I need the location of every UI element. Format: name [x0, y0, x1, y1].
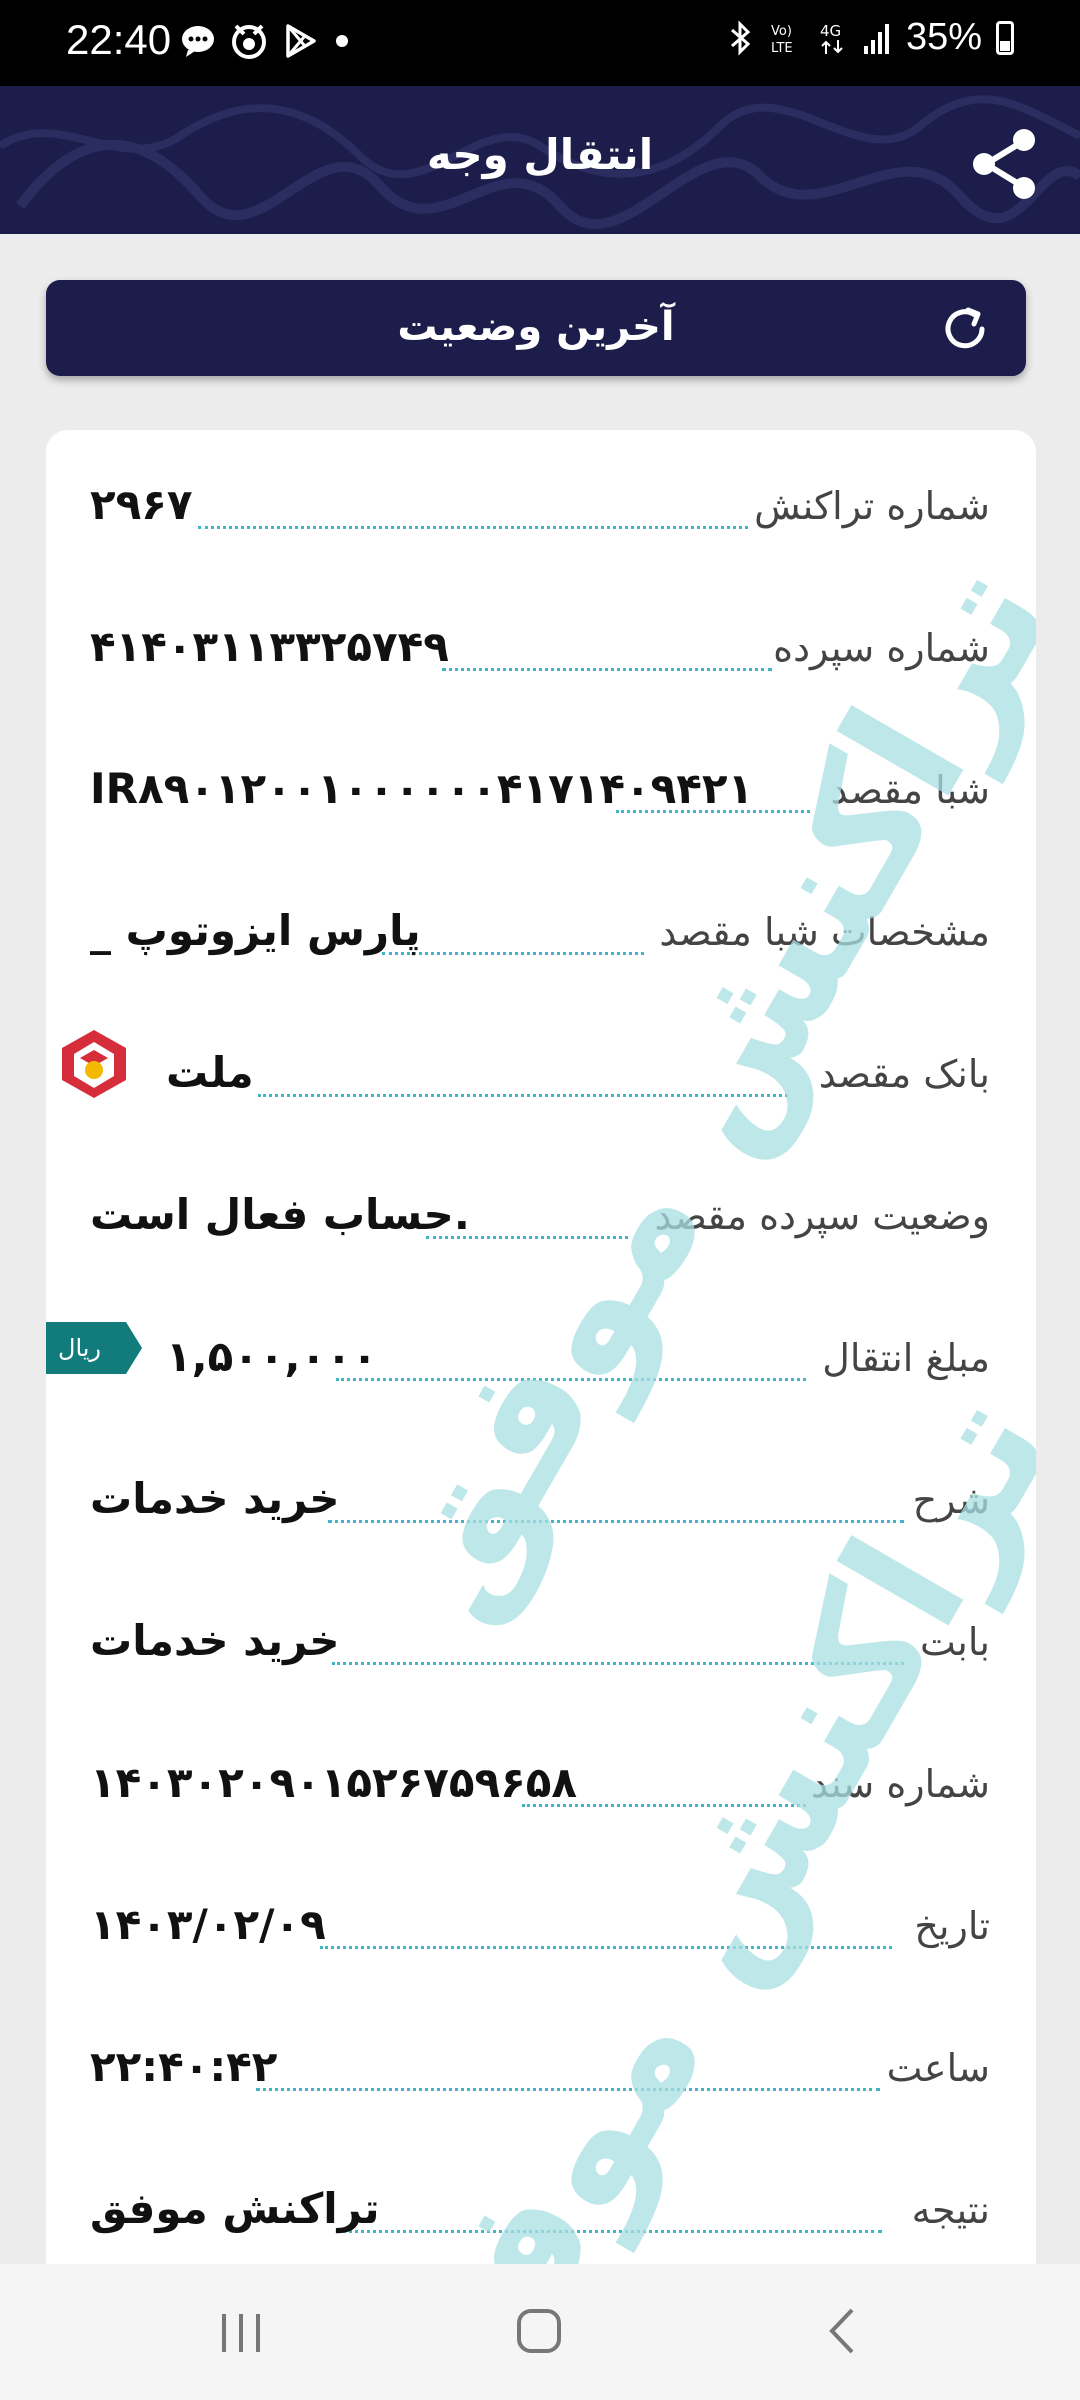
- dotted-leader: [258, 1094, 788, 1097]
- detail-value: ۴۱۴۰۳۱۱۳۳۲۵۷۴۹: [90, 622, 449, 671]
- mellat-bank-logo-icon: [62, 1030, 126, 1098]
- detail-value: IR۸۹۰۱۲۰۰۱۰۰۰۰۰۰۴۱۷۱۴۰۹۴۲۱: [90, 764, 754, 813]
- detail-row-document-number: شماره سند ۱۴۰۳۰۲۰۹۰۱۵۲۶۷۵۹۶۵۸: [46, 1744, 1036, 1824]
- detail-label: شبا مقصد: [830, 768, 990, 812]
- svg-text:LTE: LTE: [771, 41, 793, 56]
- svg-text:Vo): Vo): [771, 24, 792, 39]
- page-title: انتقال وجه: [426, 130, 654, 179]
- detail-value: تراکنش موفق: [90, 2184, 380, 2233]
- app-header: انتقال وجه: [0, 86, 1080, 234]
- system-nav-bar: [0, 2264, 1080, 2400]
- status-right: Vo) LTE 4G 35%: [728, 16, 1014, 59]
- dotted-leader: [328, 1520, 904, 1523]
- detail-label: ساعت: [886, 2046, 990, 2090]
- detail-value: ۱۴۰۳/۰۲/۰۹: [90, 1900, 326, 1949]
- battery-percent: 35%: [905, 16, 982, 58]
- status-bar: 22:40 Vo) LTE 4G 35%: [0, 0, 1080, 86]
- detail-value: ۲۹۶۷: [90, 480, 193, 529]
- detail-label: شماره سند: [811, 1762, 990, 1806]
- detail-value: ملت: [166, 1048, 254, 1097]
- currency-badge: ریال: [46, 1322, 142, 1374]
- network-4g-icon: 4G: [820, 22, 843, 54]
- detail-label: تاریخ: [914, 1904, 990, 1948]
- detail-row-destination-bank: بانک مقصد ملت: [46, 1030, 1036, 1114]
- recents-icon[interactable]: [216, 2310, 266, 2356]
- detail-row-purpose: بابت خرید خدمات: [46, 1602, 1036, 1682]
- latest-status-button[interactable]: آخرین وضعیت: [46, 280, 1026, 376]
- detail-value: خرید خدمات: [90, 1616, 340, 1665]
- detail-row-date: تاریخ ۱۴۰۳/۰۲/۰۹: [46, 1886, 1036, 1966]
- currency-label: ریال: [58, 1334, 102, 1362]
- dotted-leader: [342, 2230, 882, 2233]
- detail-label: شرح: [912, 1478, 990, 1522]
- detail-value: ۱۴۰۳۰۲۰۹۰۱۵۲۶۷۵۹۶۵۸: [90, 1758, 578, 1807]
- detail-value: حساب فعال است.: [90, 1190, 470, 1239]
- dotted-leader: [332, 1662, 904, 1665]
- notification-icons: [180, 22, 352, 60]
- detail-value: _ پارس ایزوتوپ: [90, 906, 421, 955]
- detail-row-destination-iban: شبا مقصد IR۸۹۰۱۲۰۰۱۰۰۰۰۰۰۴۱۷۱۴۰۹۴۲۱: [46, 750, 1036, 830]
- detail-row-description: شرح خرید خدمات: [46, 1460, 1036, 1540]
- dotted-leader: [336, 1378, 806, 1381]
- detail-row-transaction-number: شماره تراکنش ۲۹۶۷: [46, 466, 1036, 546]
- battery-icon: [996, 20, 1014, 55]
- fox-app-icon: [232, 24, 266, 59]
- share-icon[interactable]: [964, 124, 1044, 204]
- detail-label: نتیجه: [911, 2188, 990, 2232]
- detail-row-deposit-status: وضعیت سپرده مقصد حساب فعال است.: [46, 1176, 1036, 1256]
- detail-label: بابت: [919, 1620, 990, 1664]
- detail-row-iban-owner: مشخصات شبا مقصد _ پارس ایزوتوپ: [46, 892, 1036, 972]
- bluetooth-icon: [730, 19, 751, 56]
- home-icon[interactable]: [514, 2306, 564, 2356]
- dotted-leader: [198, 526, 748, 529]
- detail-value: ۱,۵۰۰,۰۰۰: [166, 1332, 378, 1381]
- transaction-details-card: شماره تراکنش ۲۹۶۷ شماره سپرده ۴۱۴۰۳۱۱۳۳۲…: [46, 430, 1036, 2400]
- chat-icon: [182, 26, 214, 57]
- svg-text:4G: 4G: [820, 22, 841, 40]
- detail-row-deposit-number: شماره سپرده ۴۱۴۰۳۱۱۳۳۲۵۷۴۹: [46, 608, 1036, 688]
- refresh-icon: [945, 307, 985, 349]
- dotted-leader: [320, 1946, 892, 1949]
- detail-label: شماره سپرده: [773, 626, 990, 670]
- detail-value: خرید خدمات: [90, 1474, 340, 1523]
- detail-label: بانک مقصد: [818, 1052, 990, 1096]
- dotted-leader: [256, 2088, 880, 2091]
- dot-icon: [336, 35, 348, 47]
- detail-value: ۲۲:۴۰:۴۲: [90, 2042, 278, 2091]
- detail-label: مبلغ انتقال: [822, 1336, 990, 1380]
- status-time: 22:40: [66, 16, 172, 63]
- volte-icon: Vo) LTE: [771, 24, 793, 56]
- detail-label: وضعیت سپرده مقصد: [654, 1194, 990, 1238]
- dotted-leader: [442, 668, 772, 671]
- detail-label: شماره تراکنش: [754, 484, 990, 528]
- back-icon[interactable]: [818, 2306, 868, 2356]
- play-store-icon: [286, 24, 316, 58]
- detail-label: مشخصات شبا مقصد: [659, 910, 990, 954]
- dotted-leader: [382, 952, 644, 955]
- detail-row-amount: مبلغ انتقال ۱,۵۰۰,۰۰۰ ریال: [46, 1318, 1036, 1398]
- detail-row-time: ساعت ۲۲:۴۰:۴۲: [46, 2028, 1036, 2108]
- latest-status-label: آخرین وضعیت: [397, 304, 675, 350]
- detail-row-result: نتیجه تراکنش موفق: [46, 2170, 1036, 2250]
- signal-icon: [863, 23, 889, 54]
